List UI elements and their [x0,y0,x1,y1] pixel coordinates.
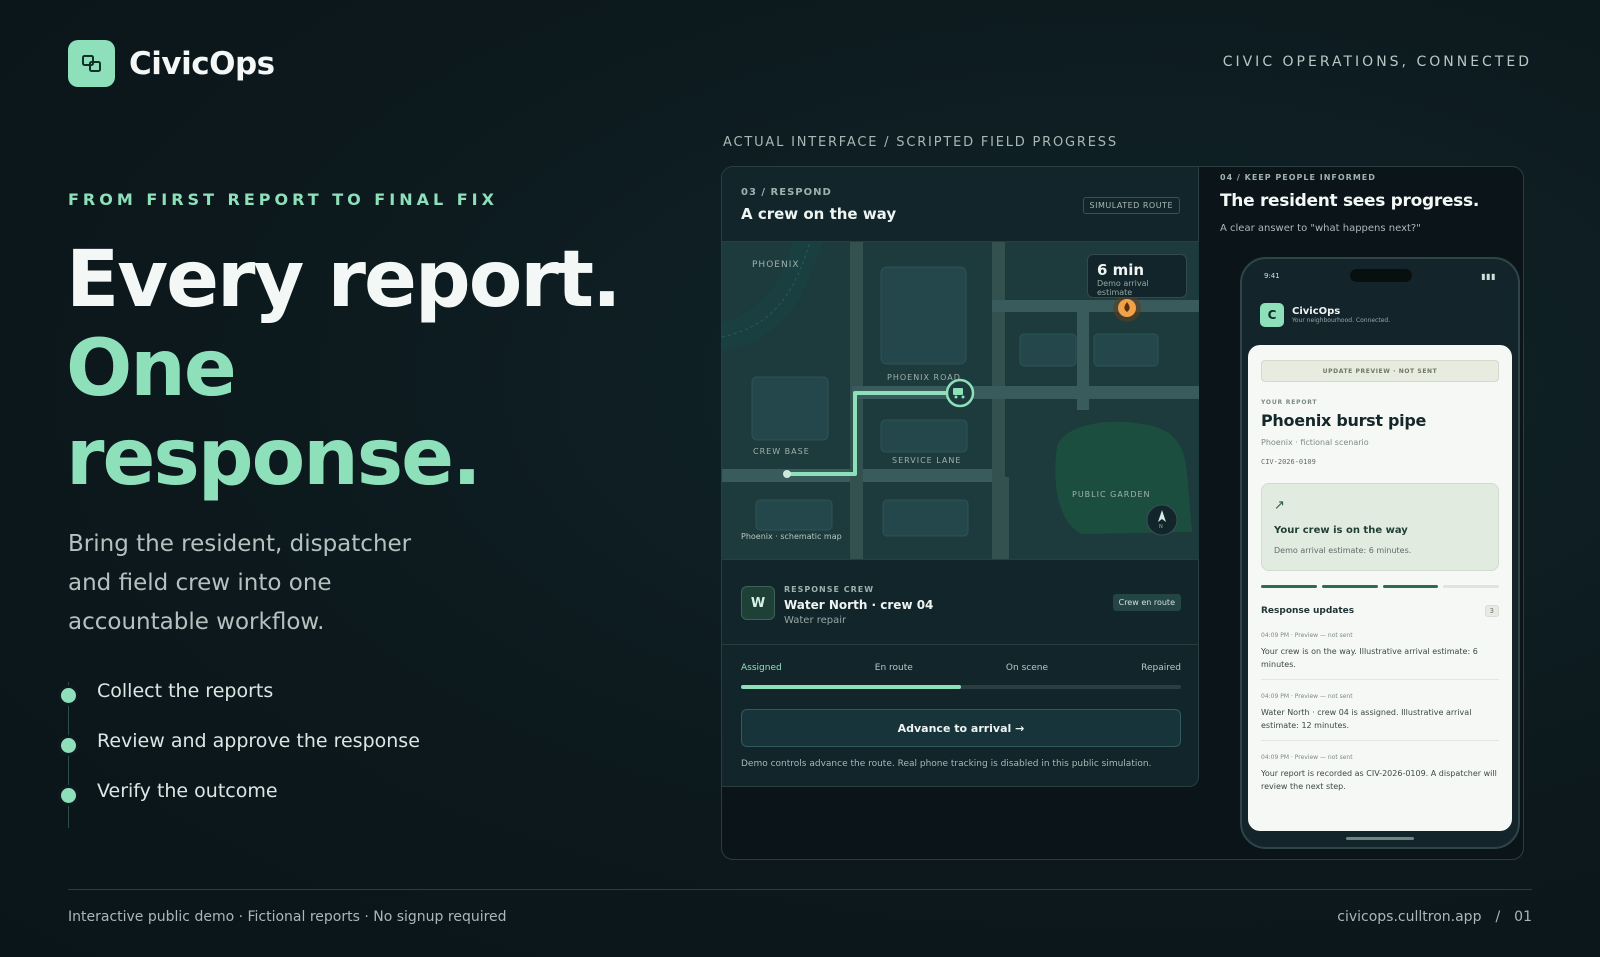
status-eta: Demo arrival estimate: 6 minutes. [1274,546,1412,555]
update-body: Your report is recorded as CIV-2026-0109… [1261,769,1497,791]
progress-step-en-route: En route [874,663,913,673]
update-meta: 04:09 PM · Preview — not sent [1261,693,1353,700]
crew-kicker: RESPONSE CREW [784,585,875,594]
app-name: CivicOps [1292,306,1341,317]
report-location: Phoenix · fictional scenario [1261,438,1369,447]
simulated-route-badge: SIMULATED ROUTE [1082,197,1180,214]
brand-logo[interactable]: CivicOps [68,40,275,87]
map-label-phoenix-road: PHOENIX ROAD [887,373,961,382]
crew-name: Water North · crew 04 [784,598,934,612]
hero-line-1: Every report. [66,235,622,325]
update-meta: 04:09 PM · Preview — not sent [1261,754,1353,761]
workflow-step: Review and approve the response [61,730,420,780]
page-number: 01 [1514,909,1532,925]
preview-banner: UPDATE PREVIEW · NOT SENT [1261,360,1499,382]
inform-title: The resident sees progress. [1220,191,1479,211]
updates-count: 3 [1484,605,1499,617]
update-item: 04:09 PM · Preview — not sent Your repor… [1261,754,1499,801]
workflow-step: Verify the outcome [61,780,420,830]
map-label-service-lane: SERVICE LANE [892,456,962,465]
progress-step-repaired: Repaired [1141,663,1181,673]
hero-line-3: response. [66,413,482,503]
progress-step-assigned: Assigned [741,663,782,673]
advance-to-arrival-button[interactable]: Advance to arrival → [741,709,1181,747]
compass-north-label: N [1159,524,1163,530]
workflow-steps: Collect the reports Review and approve t… [61,680,420,830]
crew-specialty: Water repair [784,615,847,626]
segment-pending [1443,585,1499,588]
footer-meta: civicops.culltron.app / 01 [1337,909,1532,925]
inform-subtitle: A clear answer to "what happens next?" [1220,223,1421,234]
map-label-phoenix: PHOENIX [752,260,800,270]
inform-kicker: 04 / KEEP PEOPLE INFORMED [1220,173,1376,182]
hero-lede: Bring the resident, dispatcher and field… [68,531,412,635]
update-body: Your crew is on the way. Illustrative ar… [1261,647,1478,669]
report-id: CIV-2026-0109 [1261,458,1316,466]
resident-phone: 9:41 ▮▮▮ C CivicOps Your neighbourhood. … [1240,257,1520,849]
battery-icon: ▮▮▮ [1481,272,1496,281]
status-segments [1261,585,1499,588]
map-caption: Phoenix · schematic map [741,532,842,541]
app-logo-icon: C [1260,303,1284,327]
hero-line-2: One [66,324,237,414]
step-dot-icon [61,738,76,753]
footer-divider [68,889,1532,890]
arrow-up-right-icon: ↗ [1274,498,1285,513]
brand-tagline: CIVIC OPERATIONS, CONNECTED [1222,54,1532,70]
product-mockup: 03 / RESPOND A crew on the way SIMULATED… [721,166,1524,860]
route-map[interactable]: PHOENIX PHOENIX ROAD CREW BASE SERVICE L… [722,241,1199,559]
footer-url[interactable]: civicops.culltron.app [1337,909,1481,925]
crew-avatar: W [741,586,775,620]
updates-header: Response updates 3 [1261,605,1499,617]
report-kicker: YOUR REPORT [1261,399,1318,406]
brand-name: CivicOps [129,45,275,82]
eta-value: 6 min [1097,261,1145,279]
step-label: Verify the outcome [97,780,278,802]
hero-headline: Every report. One response. [66,235,622,503]
progress-step-on-scene: On scene [1005,663,1048,673]
step-dot-icon [61,688,76,703]
civic-logo-icon [68,40,115,87]
progress-bar [741,685,1181,689]
respond-title: A crew on the way [741,205,897,223]
app-subtitle: Your neighbourhood. Connected. [1292,317,1391,324]
footer-separator: / [1495,909,1501,925]
updates-title: Response updates [1261,606,1355,616]
mockup-caption: ACTUAL INTERFACE / SCRIPTED FIELD PROGRE… [723,135,1118,150]
respond-kicker: 03 / RESPOND [741,187,832,198]
phone-time: 9:41 [1264,272,1280,280]
update-item: 04:09 PM · Preview — not sent Water Nort… [1261,693,1499,741]
crew-status-badge: Crew en route [1112,594,1181,611]
segment-done [1382,585,1439,588]
step-dot-icon [61,788,76,803]
response-crew-card[interactable]: W RESPONSE CREW Water North · crew 04 Wa… [722,559,1199,645]
segment-done [1261,585,1317,588]
respond-panel: 03 / RESPOND A crew on the way SIMULATED… [722,167,1199,787]
update-body: Water North · crew 04 is assigned. Illus… [1261,708,1472,730]
status-card: ↗ Your crew is on the way Demo arrival e… [1261,483,1499,571]
footer-note: Interactive public demo · Fictional repo… [68,909,507,925]
step-label: Review and approve the response [97,730,420,752]
phone-app-header: C CivicOps Your neighbourhood. Connected… [1260,303,1390,327]
map-label-public-garden: PUBLIC GARDEN [1072,490,1151,499]
update-item: 04:09 PM · Preview — not sent Your crew … [1261,632,1499,680]
eta-card: 6 min Demo arrival estimate [1087,254,1187,298]
eta-subtext: Demo arrival estimate [1097,279,1149,297]
segment-done [1321,585,1378,588]
step-label: Collect the reports [97,680,274,702]
hero-eyebrow: FROM FIRST REPORT TO FINAL FIX [68,190,498,209]
phone-notch [1350,269,1412,282]
report-sheet: UPDATE PREVIEW · NOT SENT YOUR REPORT Ph… [1248,345,1512,831]
home-indicator [1346,837,1414,840]
status-title: Your crew is on the way [1274,525,1408,536]
map-label-crew-base: CREW BASE [753,447,810,456]
demo-controls-note: Demo controls advance the route. Real ph… [741,759,1152,769]
progress-fill [741,685,961,689]
update-meta: 04:09 PM · Preview — not sent [1261,632,1353,639]
workflow-step: Collect the reports [61,680,420,730]
progress-steps: Assigned En route On scene Repaired [741,663,1181,673]
report-title: Phoenix burst pipe [1261,411,1427,430]
